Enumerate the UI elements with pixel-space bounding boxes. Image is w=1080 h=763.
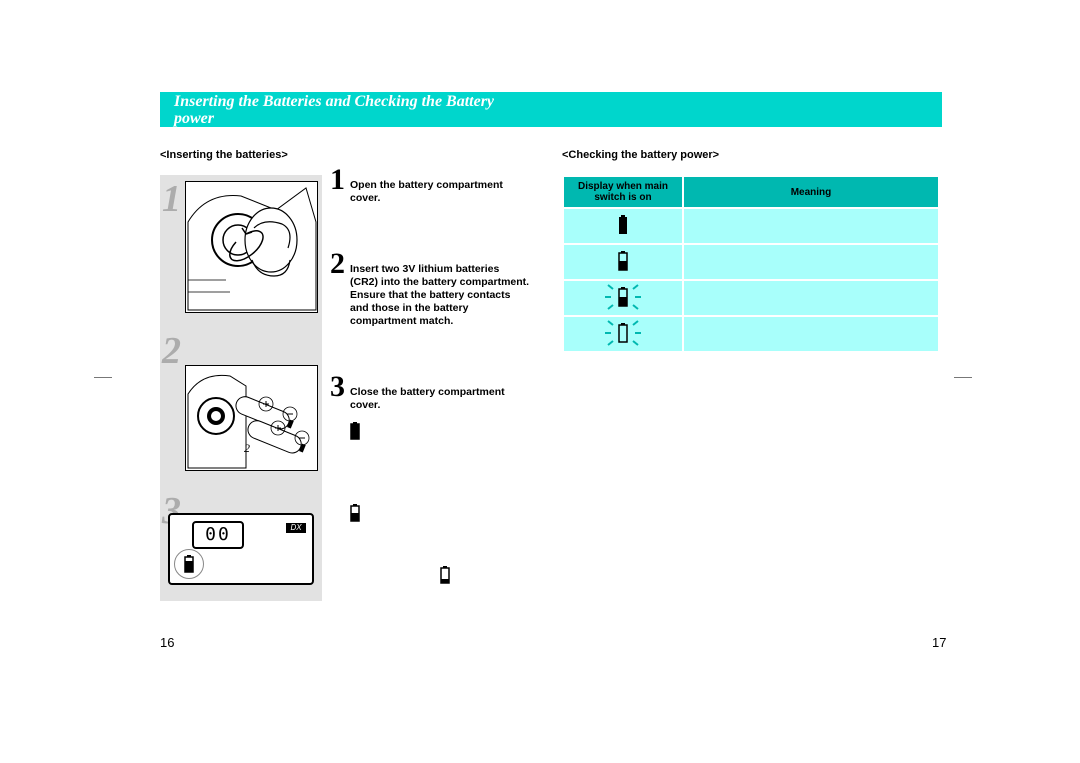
meaning-cell	[683, 280, 939, 316]
subheading-inserting: <Inserting the batteries>	[160, 149, 288, 161]
header-line2: power	[174, 110, 942, 127]
svg-text:2: 2	[244, 441, 250, 455]
step-1: 1 Open the battery compartment cover.	[330, 179, 530, 205]
table-row	[563, 280, 939, 316]
battery-meaning-table: Display when main switch is on Meaning	[562, 175, 940, 353]
battery-full-icon	[563, 208, 683, 244]
meaning-cell	[683, 244, 939, 280]
page-number-left: 16	[160, 635, 174, 650]
illustration-column: 1 2 3 2	[160, 175, 322, 601]
steps-text-column: 1 Open the battery compartment cover. 2 …	[330, 179, 530, 648]
big-step-number-1: 1	[162, 177, 186, 221]
battery-full-icon	[350, 422, 530, 444]
battery-half-blink-icon	[563, 280, 683, 316]
step-2-text: Insert two 3V lithium batteries (CR2) in…	[350, 263, 530, 328]
step-3: 3 Close the battery compartment cover.	[330, 386, 530, 412]
battery-half-icon	[563, 244, 683, 280]
step-2-number: 2	[330, 257, 345, 270]
dx-badge: DX	[286, 523, 306, 533]
step-1-number: 1	[330, 173, 345, 186]
big-step-number-2: 2	[162, 329, 186, 373]
crop-mark-left	[94, 377, 112, 378]
lcd-battery-indicator-circle	[174, 549, 204, 579]
table-row	[563, 208, 939, 244]
table-header-meaning: Meaning	[683, 176, 939, 208]
table-row	[563, 316, 939, 352]
header-line1: Inserting the Batteries and Checking the…	[174, 93, 942, 110]
step-1-text: Open the battery compartment cover.	[350, 179, 530, 205]
crop-mark-right	[954, 377, 972, 378]
battery-empty-blink-icon	[563, 316, 683, 352]
step-3-text: Close the battery compartment cover.	[350, 386, 530, 412]
lcd-frame-counter: 00	[192, 521, 244, 549]
step-2: 2 Insert two 3V lithium batteries (CR2) …	[330, 263, 530, 328]
battery-half-icon	[350, 504, 530, 526]
table-row	[563, 244, 939, 280]
table-header-display: Display when main switch is on	[563, 176, 683, 208]
lcd-panel-illustration: 00 DX	[168, 513, 314, 585]
section-header-bar: Inserting the Batteries and Checking the…	[160, 92, 942, 127]
meaning-cell	[683, 208, 939, 244]
meaning-cell	[683, 316, 939, 352]
battery-low-icon	[440, 566, 530, 588]
subheading-checking: <Checking the battery power>	[562, 149, 719, 161]
page-number-right: 17	[932, 635, 946, 650]
illustration-insert-batteries: 2	[185, 365, 318, 471]
illustration-open-cover	[185, 181, 318, 313]
step-3-number: 3	[330, 380, 345, 393]
